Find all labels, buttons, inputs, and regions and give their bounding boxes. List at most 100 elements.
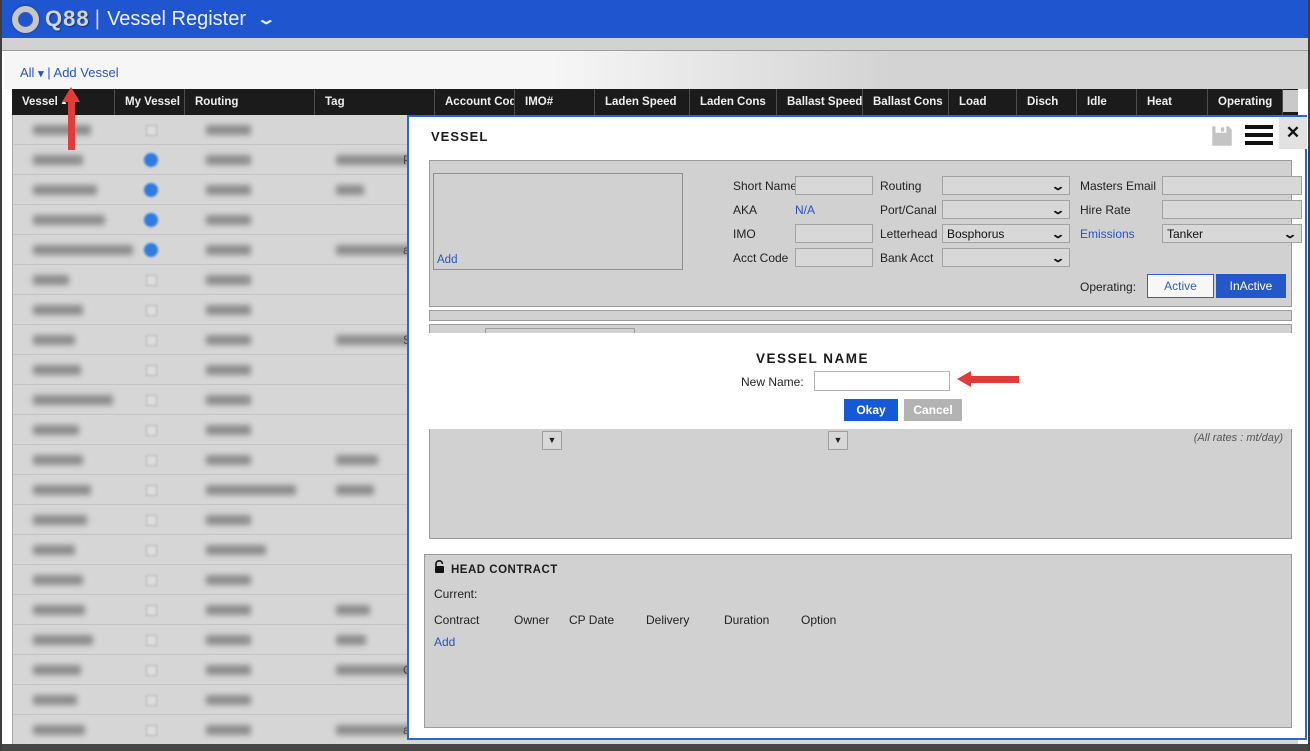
routing-redacted [206,245,251,255]
okay-button[interactable]: Okay [844,399,898,421]
imo-input[interactable] [795,224,873,243]
my-vessel-indicator[interactable] [144,153,158,167]
column-header-laden-speed[interactable]: Laden Speed [595,89,690,115]
letterhead-select[interactable]: Bosphorus⌄ [942,224,1070,243]
column-header-ballast-cons[interactable]: Ballast Cons [863,89,949,115]
port-canal-label: Port/Canal [880,203,937,217]
my-vessel-checkbox[interactable] [146,305,157,316]
hire-rate-input[interactable] [1162,200,1302,219]
table-header-cells: Vessel ▲My VesselRoutingTagAccount CodeI… [12,89,1283,115]
toolbar-strip [4,51,1308,89]
filter-dropdown[interactable]: All ▾ [20,65,44,80]
my-vessel-checkbox[interactable] [146,725,157,736]
my-vessel-checkbox[interactable] [146,605,157,616]
vessel-name-redacted [33,695,77,705]
emissions-link[interactable]: Emissions [1080,227,1135,241]
bottom-bar [2,744,1308,751]
my-vessel-checkbox[interactable] [146,665,157,676]
cancel-button[interactable]: Cancel [904,399,962,421]
my-vessel-checkbox[interactable] [146,275,157,286]
column-header-imo-[interactable]: IMO# [515,89,595,115]
tag-redacted [336,605,370,615]
aka-value-link[interactable]: N/A [795,203,815,217]
vessel-type-select[interactable]: Tanker⌄ [1162,224,1302,243]
add-vessel-link[interactable]: Add Vessel [54,65,119,80]
page: Q88 | Vessel Register ⌄ All ▾ | Add Vess… [0,0,1310,751]
save-icon[interactable] [1209,123,1235,149]
column-header-my-vessel[interactable]: My Vessel [115,89,185,115]
short-name-input[interactable] [795,176,873,195]
my-vessel-checkbox[interactable] [146,455,157,466]
contract-add-link[interactable]: Add [434,635,455,649]
chevron-down-icon[interactable]: ⌄ [256,10,276,28]
dropdown-arrow-icon[interactable]: ▼ [542,431,562,450]
dropdown-arrow-icon: ⌄ [1282,227,1297,241]
column-header-idle[interactable]: Idle [1077,89,1137,115]
my-vessel-checkbox[interactable] [146,395,157,406]
prompt-title: VESSEL NAME [756,351,869,366]
contract-column-cp-date: CP Date [569,613,646,627]
routing-redacted [206,485,296,495]
contract-column-option: Option [801,613,861,627]
my-vessel-checkbox[interactable] [146,515,157,526]
header-scroll-corner[interactable] [1283,90,1298,112]
routing-redacted [206,275,251,285]
routing-redacted [206,335,251,345]
column-header-load[interactable]: Load [949,89,1017,115]
acct-code-input[interactable] [795,248,873,267]
annotation-arrow-up-stem [68,101,75,150]
vessel-name-redacted [33,545,75,555]
column-header-ballast-speed[interactable]: Ballast Speed [777,89,863,115]
my-vessel-checkbox[interactable] [146,485,157,496]
my-vessel-checkbox[interactable] [146,695,157,706]
tag-redacted [336,635,366,645]
active-button[interactable]: Active [1147,274,1214,298]
vessel-name-redacted [33,455,83,465]
vessel-name-redacted [33,665,81,675]
my-vessel-checkbox[interactable] [146,335,157,346]
new-name-input[interactable] [814,371,950,391]
close-icon[interactable]: ✕ [1279,117,1307,149]
my-vessel-checkbox[interactable] [146,365,157,376]
inactive-button[interactable]: InActive [1216,274,1286,298]
vessel-name-redacted [33,275,69,285]
photo-add-link[interactable]: Add [437,254,457,266]
column-header-tag[interactable]: Tag [315,89,435,115]
port-canal-select[interactable]: ⌄ [942,200,1070,219]
tag-redacted [336,185,364,195]
vessel-name-redacted [33,215,105,225]
column-header-heat[interactable]: Heat [1137,89,1208,115]
column-header-operating[interactable]: Operating [1208,89,1283,115]
routing-redacted [206,455,251,465]
my-vessel-checkbox[interactable] [146,545,157,556]
column-header-disch[interactable]: Disch [1017,89,1077,115]
my-vessel-indicator[interactable] [144,183,158,197]
column-header-laden-cons[interactable]: Laden Cons [690,89,777,115]
column-header-account-code[interactable]: Account Code [435,89,515,115]
current-label: Current: [434,587,477,601]
operating-label: Operating: [1080,280,1136,294]
vessel-name-redacted [33,425,79,435]
vessel-modal: VESSEL ✕ Add Short Name AKA N/A IMO Acct… [407,115,1307,740]
my-vessel-checkbox[interactable] [146,125,157,136]
my-vessel-checkbox[interactable] [146,635,157,646]
q88-logo-text: Q88 [45,6,90,32]
masters-email-label: Masters Email [1080,179,1156,193]
masters-email-input[interactable] [1162,176,1302,195]
contract-column-owner: Owner [514,613,569,627]
routing-redacted [206,215,251,225]
my-vessel-indicator[interactable] [144,213,158,227]
my-vessel-indicator[interactable] [144,243,158,257]
my-vessel-checkbox[interactable] [146,575,157,586]
dropdown-arrow-icon[interactable]: ▼ [828,431,848,450]
routing-redacted [206,365,251,375]
my-vessel-checkbox[interactable] [146,425,157,436]
bank-acct-select[interactable]: ⌄ [942,248,1070,267]
menu-icon[interactable] [1245,125,1273,147]
routing-select[interactable]: ⌄ [942,176,1070,195]
column-header-routing[interactable]: Routing [185,89,315,115]
banner-divider: | [95,7,100,31]
routing-redacted [206,305,251,315]
routing-redacted [206,575,251,585]
routing-label: Routing [880,179,921,193]
